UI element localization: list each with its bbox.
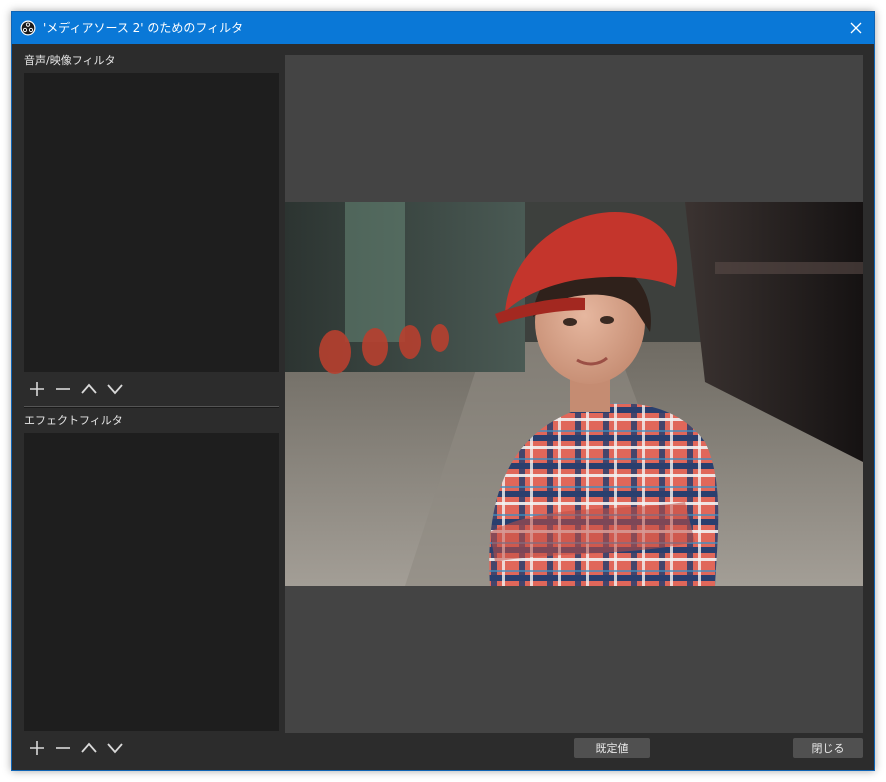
remove-audio-video-filter-button[interactable] <box>50 378 76 400</box>
close-button[interactable]: 閉じる <box>793 738 863 758</box>
plus-icon <box>30 382 44 396</box>
panel-divider[interactable] <box>24 406 279 408</box>
move-effect-filter-up-button[interactable] <box>76 737 102 759</box>
window-title: 'メディアソース 2' のためのフィルタ <box>43 21 244 35</box>
move-audio-video-filter-up-button[interactable] <box>76 378 102 400</box>
chevron-up-icon <box>81 742 97 753</box>
audio-video-filters-toolbar <box>24 378 279 400</box>
preview-image <box>285 202 863 586</box>
title-bar[interactable]: 'メディアソース 2' のためのフィルタ <box>12 12 874 44</box>
filters-dialog: 'メディアソース 2' のためのフィルタ 音声/映像フィルタ エフェクトフィルタ <box>11 11 875 771</box>
add-audio-video-filter-button[interactable] <box>24 378 50 400</box>
effect-filters-list[interactable] <box>24 433 279 731</box>
defaults-button[interactable]: 既定値 <box>574 738 650 758</box>
window-close-button[interactable] <box>838 12 874 44</box>
move-effect-filter-down-button[interactable] <box>102 737 128 759</box>
remove-effect-filter-button[interactable] <box>50 737 76 759</box>
effect-filters-label: エフェクトフィルタ <box>24 414 123 427</box>
chevron-down-icon <box>107 384 123 395</box>
plus-icon <box>30 741 44 755</box>
minus-icon <box>56 388 70 390</box>
effect-filters-toolbar <box>24 737 279 759</box>
chevron-down-icon <box>107 743 123 754</box>
audio-video-filters-list[interactable] <box>24 73 279 372</box>
minus-icon <box>56 747 70 749</box>
obs-logo-icon <box>20 20 36 36</box>
close-icon <box>850 22 862 34</box>
chevron-up-icon <box>81 383 97 394</box>
move-audio-video-filter-down-button[interactable] <box>102 378 128 400</box>
add-effect-filter-button[interactable] <box>24 737 50 759</box>
audio-video-filters-label: 音声/映像フィルタ <box>24 54 116 67</box>
source-preview <box>285 55 863 733</box>
